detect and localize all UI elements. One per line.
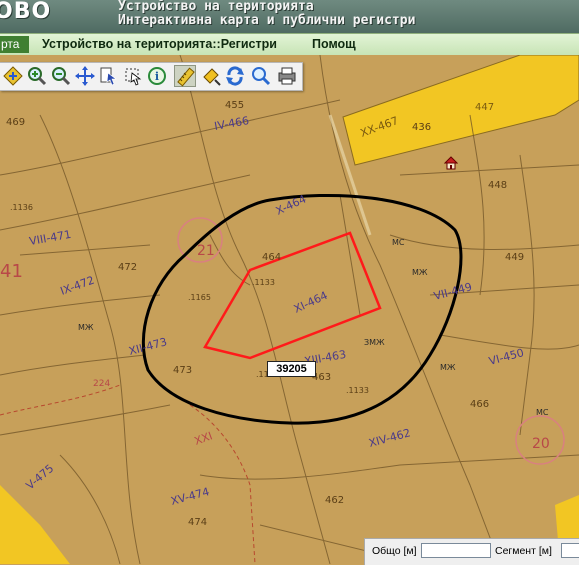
- app-subtitle: Интерактивна карта и публични регистри: [118, 13, 416, 28]
- zoom-in-icon[interactable]: [26, 65, 48, 87]
- total-length-label: Общо [м]: [372, 545, 417, 557]
- svg-text:ЗМЖ: ЗМЖ: [364, 338, 385, 347]
- app-title: Устройство на територията: [118, 0, 314, 14]
- search-icon[interactable]: [250, 65, 272, 87]
- svg-text:447: 447: [475, 102, 494, 113]
- svg-text:МЖ: МЖ: [412, 268, 428, 277]
- svg-text:МС: МС: [392, 238, 405, 247]
- svg-text:.1165: .1165: [188, 293, 211, 302]
- svg-text:436: 436: [412, 122, 431, 133]
- app-title-block: Устройство на територията Интерактивна к…: [118, 0, 415, 28]
- svg-text:472: 472: [118, 262, 137, 273]
- nav-item-help[interactable]: Помощ: [312, 37, 356, 51]
- measure-icon[interactable]: [174, 65, 196, 87]
- measure-status-bar: Общо [м] Сегмент [м]: [364, 538, 579, 565]
- svg-text:469: 469: [6, 117, 25, 128]
- svg-text:20: 20: [532, 436, 550, 452]
- svg-text:.1133: .1133: [346, 386, 369, 395]
- svg-text:462: 462: [325, 495, 344, 506]
- svg-text:464: 464: [262, 252, 281, 263]
- info-icon[interactable]: i: [146, 65, 168, 87]
- total-length-field[interactable]: [421, 543, 491, 558]
- svg-text:449: 449: [505, 252, 524, 263]
- zoom-out-icon[interactable]: [50, 65, 72, 87]
- svg-text:455: 455: [225, 100, 244, 111]
- svg-text:МЖ: МЖ: [440, 363, 456, 372]
- map-canvas[interactable]: 455 IV-466 XX-467 447 448 VIII-471 472 I…: [0, 55, 579, 564]
- nav-tab-map[interactable]: рта: [0, 36, 29, 53]
- svg-text:21: 21: [197, 243, 215, 259]
- house-marker-icon[interactable]: [443, 155, 459, 170]
- app-header: ОВО Устройство на територията Интерактив…: [0, 0, 579, 33]
- select-icon[interactable]: [122, 65, 144, 87]
- full-extent-icon[interactable]: [74, 65, 96, 87]
- svg-text:448: 448: [488, 180, 507, 191]
- nav-item-registers[interactable]: Устройство на територията::Регистри: [42, 37, 277, 51]
- svg-text:i: i: [155, 70, 159, 83]
- segment-length-label: Сегмент [м]: [495, 545, 552, 557]
- identify-icon[interactable]: [98, 65, 120, 87]
- parcel-number-label[interactable]: 39205: [267, 361, 316, 377]
- svg-text:224: 224: [93, 379, 110, 389]
- app-logo: ОВО: [0, 0, 52, 24]
- pan-icon[interactable]: [2, 65, 24, 87]
- cadastral-map: 455 IV-466 XX-467 447 448 VIII-471 472 I…: [0, 55, 579, 564]
- svg-text:466: 466: [470, 399, 489, 410]
- svg-text:МЖ: МЖ: [78, 323, 94, 332]
- svg-text:МС: МС: [536, 408, 549, 417]
- main-nav: рта Устройство на територията::Регистри …: [0, 33, 579, 57]
- svg-text:.1133: .1133: [252, 278, 275, 287]
- svg-text:474: 474: [188, 517, 207, 528]
- svg-text:473: 473: [173, 365, 192, 376]
- svg-text:41: 41: [0, 261, 23, 282]
- clear-icon[interactable]: [200, 65, 222, 87]
- segment-length-field[interactable]: [561, 543, 579, 558]
- svg-text:.1136: .1136: [10, 203, 33, 212]
- print-icon[interactable]: [276, 65, 298, 87]
- refresh-icon[interactable]: [224, 65, 246, 87]
- map-toolbar: i: [0, 62, 303, 91]
